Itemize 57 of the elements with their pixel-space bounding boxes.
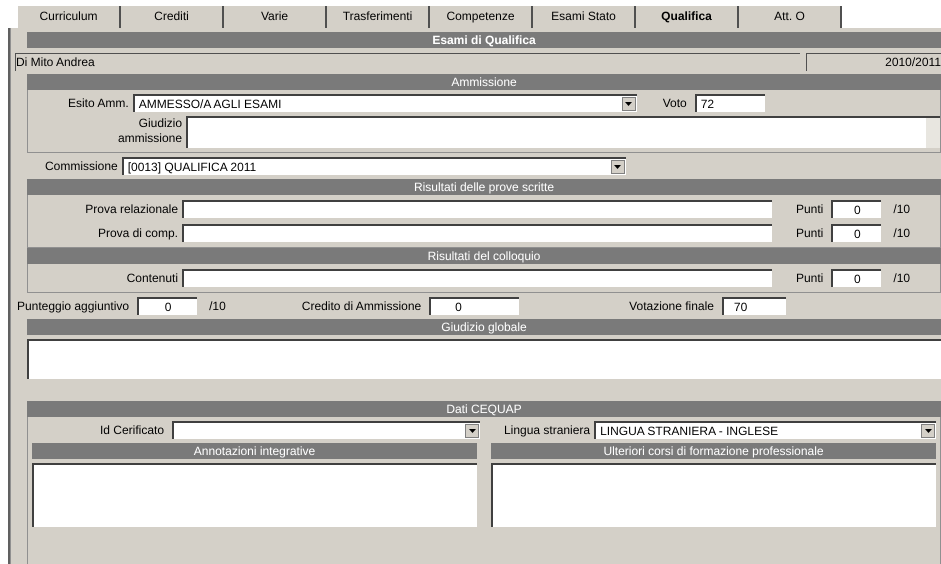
field-label: Punti — [796, 225, 824, 242]
input-field[interactable] — [182, 200, 772, 218]
field-label: Giudizio — [138, 116, 182, 131]
field-label: Prova di comp. — [96, 225, 178, 242]
text-area[interactable] — [186, 116, 940, 148]
dropdown-field[interactable] — [172, 421, 480, 439]
field-label: Punti — [796, 270, 824, 287]
field-label: Id Cerificato — [98, 422, 164, 439]
tab[interactable]: Competenze — [430, 6, 533, 28]
dropdown-field[interactable]: AMMESSO/A AGLI ESAMI — [132, 94, 637, 112]
input-field[interactable]: 0 — [137, 297, 198, 315]
field-label: /10 — [893, 225, 910, 242]
section-header: Ulteriori corsi di formazione professionale — [491, 443, 936, 459]
section-header: Risultati del colloquio — [27, 248, 941, 264]
field-label: Prova relazionale — [84, 201, 178, 218]
section-header: Annotazioni integrative — [32, 443, 477, 459]
text-area[interactable] — [491, 463, 936, 527]
input-field[interactable] — [182, 269, 772, 287]
field-label: Lingua straniera — [504, 422, 590, 439]
field-label: Punti — [796, 201, 824, 218]
input-field[interactable]: 72 — [694, 94, 765, 112]
dropdown-field[interactable]: [0013] QUALIFICA 2011 — [122, 157, 626, 175]
tab[interactable]: Curriculum — [18, 6, 121, 28]
section-header: Risultati delle prove scritte — [27, 179, 941, 195]
scrollbar-icon[interactable] — [926, 118, 940, 148]
input-field[interactable]: 70 — [722, 297, 786, 315]
input-field[interactable]: 0 — [831, 200, 882, 218]
tab[interactable]: Qualifica — [636, 6, 739, 28]
field-label: /10 — [209, 298, 226, 315]
input-field[interactable]: 0 — [429, 297, 520, 315]
field-label: Commissione — [45, 158, 118, 175]
tab[interactable]: Esami Stato — [533, 6, 636, 28]
field-label: /10 — [893, 201, 910, 218]
field-label: Punteggio aggiuntivo — [17, 298, 130, 315]
tab[interactable]: Varie — [224, 6, 327, 28]
field-label: Credito di Ammissione — [302, 298, 422, 315]
tab[interactable]: Trasferimenti — [327, 6, 430, 28]
section-header: Ammissione — [27, 74, 941, 90]
tab[interactable]: Att. O — [739, 6, 842, 28]
dropdown-field[interactable]: LINGUA STRANIERA - INGLESE — [594, 421, 936, 439]
student-name: Di Mito Andrea — [15, 53, 800, 71]
field-label: Voto — [662, 95, 687, 112]
field-label: Votazione finale — [629, 298, 714, 315]
tab[interactable]: Crediti — [121, 6, 224, 28]
input-field[interactable]: 0 — [831, 269, 882, 287]
field-label: Contenuti — [126, 270, 178, 287]
input-field[interactable] — [182, 224, 772, 242]
section-header: Esami di Qualifica — [27, 32, 941, 48]
section-header: Dati CEQUAP — [27, 401, 941, 417]
text-area[interactable] — [32, 463, 477, 527]
school-year: 2010/2011 — [806, 53, 941, 71]
field-label: ammissione — [118, 131, 182, 146]
input-field[interactable]: 0 — [831, 224, 882, 242]
text-area[interactable] — [27, 339, 941, 379]
field-label: /10 — [893, 270, 910, 287]
field-label: Esito Amm. — [68, 95, 129, 112]
section-header: Giudizio globale — [27, 319, 941, 335]
